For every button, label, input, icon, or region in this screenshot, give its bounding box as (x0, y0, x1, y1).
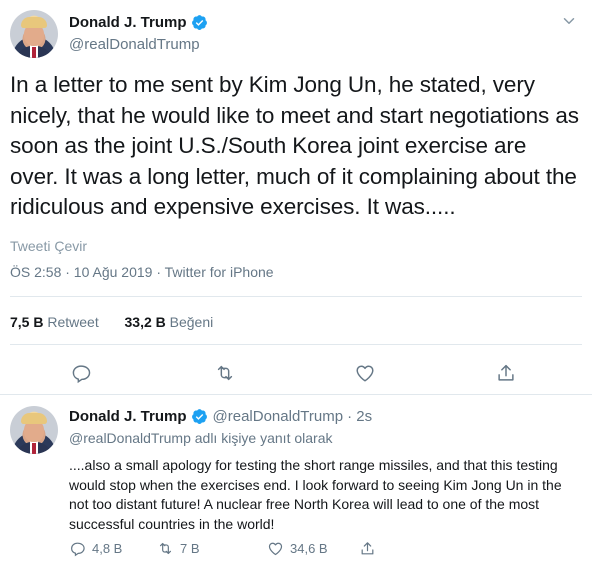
replying-to: @realDonaldTrump adlı kişiye yanıt olara… (69, 430, 332, 446)
avatar[interactable] (10, 10, 58, 58)
retweet-action[interactable]: 7 B (157, 540, 267, 557)
divider (10, 344, 582, 345)
like-count: 34,6 B (290, 540, 328, 556)
reply-time[interactable]: · 2s (347, 408, 372, 425)
tweet-source[interactable]: Twitter for iPhone (165, 264, 274, 280)
verified-badge-icon (191, 409, 207, 424)
reply-action[interactable]: 4,8 B (69, 540, 157, 557)
like-icon[interactable] (354, 362, 376, 384)
reply-count: 4,8 B (92, 540, 123, 556)
reply-actions: 4,8 B 7 B 34,6 B (69, 538, 382, 558)
reply-icon[interactable] (70, 362, 92, 384)
translate-link[interactable]: Tweeti Çevir (10, 238, 87, 254)
retweet-icon[interactable] (157, 540, 174, 557)
chevron-down-icon[interactable] (560, 12, 578, 30)
main-tweet: Donald J. Trump @realDonaldTrump In a le… (0, 0, 592, 394)
verified-badge-icon (191, 15, 207, 30)
avatar[interactable] (10, 406, 58, 454)
tweet-text: In a letter to me sent by Kim Jong Un, h… (10, 72, 579, 219)
author-handle[interactable]: @realDonaldTrump (213, 408, 344, 425)
share-icon[interactable] (359, 540, 376, 557)
author-name[interactable]: Donald J. Trump (69, 408, 187, 425)
divider (10, 296, 582, 297)
reply-author-row: Donald J. Trump @realDonaldTrump · 2s (69, 408, 372, 425)
tweet-stats: 7,5 B Retweet 33,2 B Beğeni (10, 314, 213, 330)
share-action[interactable] (359, 540, 382, 557)
retweet-count: 7 B (180, 540, 200, 556)
tweet-meta: ÖS 2:58 · 10 Ağu 2019 · Twitter for iPho… (10, 264, 274, 280)
author-handle[interactable]: @realDonaldTrump (69, 36, 200, 53)
reply-icon[interactable] (69, 540, 86, 557)
retweet-icon[interactable] (214, 362, 236, 384)
share-icon[interactable] (495, 362, 517, 384)
replying-to-handle[interactable]: @realDonaldTrump (69, 430, 191, 446)
author-name-row[interactable]: Donald J. Trump (69, 14, 208, 31)
author-name[interactable]: Donald J. Trump (69, 14, 187, 31)
replying-to-suffix: adlı kişiye yanıt olarak (190, 430, 333, 446)
reply-text: ....also a small apology for testing the… (69, 457, 562, 532)
reply-tweet[interactable]: Donald J. Trump @realDonaldTrump · 2s @r… (0, 394, 592, 568)
retweet-stat[interactable]: 7,5 B Retweet (10, 314, 99, 330)
tweet-timestamp[interactable]: ÖS 2:58 · 10 Ağu 2019 · (10, 264, 165, 280)
tweet-actions (0, 362, 592, 384)
like-icon[interactable] (267, 540, 284, 557)
like-stat[interactable]: 33,2 B Beğeni (125, 314, 214, 330)
like-action[interactable]: 34,6 B (267, 540, 359, 557)
